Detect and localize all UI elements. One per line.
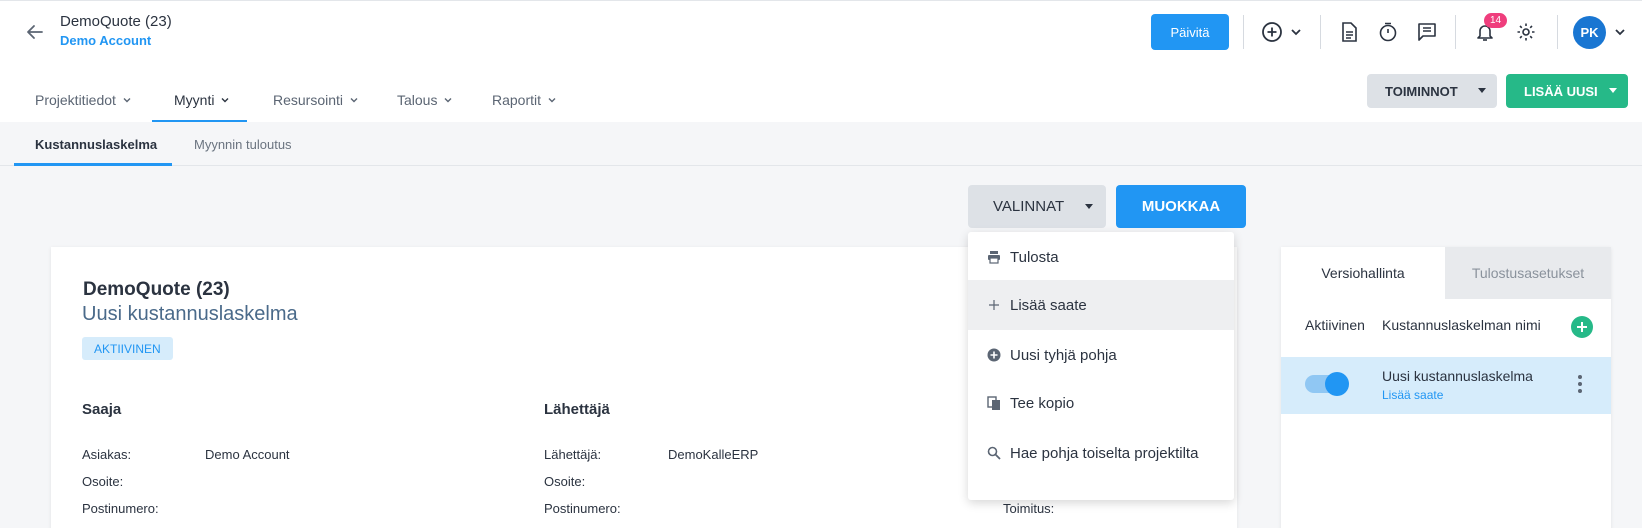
user-avatar[interactable]: PK bbox=[1573, 16, 1606, 49]
version-name: Uusi kustannuslaskelma bbox=[1382, 368, 1533, 384]
notification-badge: 14 bbox=[1484, 13, 1508, 28]
add-cover-letter-link[interactable]: Lisää saate bbox=[1382, 388, 1443, 402]
main-navigation: Projektitiedot Myynti Resursointi Talous… bbox=[0, 62, 1642, 123]
caret-down-icon bbox=[1085, 204, 1093, 209]
chevron-down-icon[interactable] bbox=[1284, 20, 1308, 44]
chevron-down-icon bbox=[444, 98, 452, 103]
tab-label: Myynti bbox=[174, 92, 215, 108]
copy-icon bbox=[986, 395, 1002, 411]
tab-versiohallinta[interactable]: Versiohallinta bbox=[1281, 247, 1445, 299]
more-vert-icon[interactable] bbox=[1577, 375, 1583, 397]
back-arrow-icon[interactable] bbox=[24, 21, 46, 43]
add-circle-icon[interactable] bbox=[1260, 20, 1284, 44]
actions-label: TOIMINNOT bbox=[1385, 83, 1458, 99]
document-subtitle: Uusi kustannuslaskelma bbox=[82, 303, 298, 325]
active-subtab-indicator bbox=[14, 163, 172, 166]
caret-down-icon bbox=[1609, 88, 1617, 93]
sender-postcode-label: Postinumero: bbox=[544, 501, 621, 516]
menu-item-add-cover-letter[interactable]: Lisää saate bbox=[968, 280, 1234, 330]
menu-item-print[interactable]: Tulosta bbox=[968, 232, 1234, 282]
actions-dropdown-button[interactable]: TOIMINNOT bbox=[1367, 74, 1497, 108]
tab-myynti[interactable]: Myynti bbox=[174, 92, 230, 108]
app-header: DemoQuote (23) Demo Account Päivitä 14 P… bbox=[0, 0, 1642, 62]
header-divider bbox=[1320, 15, 1321, 49]
plus-icon bbox=[1577, 322, 1587, 332]
menu-item-label: Tee kopio bbox=[1010, 394, 1075, 412]
subtab-kustannuslaskelma[interactable]: Kustannuslaskelma bbox=[35, 137, 157, 152]
update-button[interactable]: Päivitä bbox=[1151, 14, 1229, 50]
delivery-label: Toimitus: bbox=[1003, 501, 1055, 516]
tab-label: Talous bbox=[397, 92, 438, 108]
column-name: Kustannuslaskelman nimi bbox=[1382, 317, 1541, 333]
customer-label: Asiakas: bbox=[82, 447, 132, 462]
chat-icon[interactable] bbox=[1415, 20, 1439, 44]
add-new-button[interactable]: LISÄÄ UUSI bbox=[1506, 74, 1628, 108]
chevron-down-icon bbox=[221, 98, 229, 103]
chevron-down-icon bbox=[123, 98, 131, 103]
chevron-down-icon[interactable] bbox=[1613, 25, 1627, 44]
chevron-down-icon bbox=[548, 98, 556, 103]
add-circle-icon bbox=[986, 347, 1002, 363]
menu-item-label: Hae pohja toiselta projektilta bbox=[1010, 444, 1199, 462]
customer-value: Demo Account bbox=[205, 447, 290, 462]
options-dropdown-button[interactable]: VALINNAT bbox=[968, 185, 1106, 228]
header-divider bbox=[1243, 15, 1244, 49]
edit-button[interactable]: MUOKKAA bbox=[1116, 185, 1246, 228]
tab-label: Raportit bbox=[492, 92, 542, 108]
sender-value: DemoKalleERP bbox=[668, 447, 759, 462]
tab-talous[interactable]: Talous bbox=[397, 92, 453, 108]
sub-navigation: Kustannuslaskelma Myynnin tuloutus bbox=[0, 122, 1642, 166]
menu-item-make-copy[interactable]: Tee kopio bbox=[968, 378, 1234, 428]
subtab-myynnin-tuloutus[interactable]: Myynnin tuloutus bbox=[194, 137, 292, 152]
tab-projektitiedot[interactable]: Projektitiedot bbox=[35, 92, 132, 108]
recipient-heading: Saaja bbox=[82, 401, 122, 418]
menu-item-label: Tulosta bbox=[1010, 248, 1059, 266]
recipient-postcode-label: Postinumero: bbox=[82, 501, 159, 516]
tab-resursointi[interactable]: Resursointi bbox=[273, 92, 359, 108]
chevron-down-icon bbox=[350, 98, 358, 103]
sender-heading: Lähettäjä bbox=[544, 401, 610, 418]
sender-address-label: Osoite: bbox=[544, 474, 586, 489]
recipient-address-label: Osoite: bbox=[82, 474, 124, 489]
plus-icon bbox=[986, 297, 1002, 313]
print-icon bbox=[986, 249, 1002, 265]
menu-item-label: Uusi tyhjä pohja bbox=[1010, 346, 1117, 364]
gear-icon[interactable] bbox=[1514, 20, 1538, 44]
document-icon[interactable] bbox=[1337, 20, 1361, 44]
status-badge: AKTIIVINEN bbox=[82, 337, 173, 360]
search-icon bbox=[986, 445, 1002, 461]
version-row[interactable]: Uusi kustannuslaskelma Lisää saate bbox=[1281, 357, 1611, 414]
document-title: DemoQuote (23) bbox=[83, 279, 230, 300]
active-toggle[interactable] bbox=[1305, 372, 1349, 396]
tab-tulostusasetukset[interactable]: Tulostusasetukset bbox=[1445, 247, 1611, 299]
menu-item-label: Lisää saate bbox=[1010, 296, 1087, 314]
header-divider bbox=[1557, 15, 1558, 49]
add-new-label: LISÄÄ UUSI bbox=[1524, 83, 1598, 99]
options-label: VALINNAT bbox=[993, 198, 1065, 215]
tab-label: Resursointi bbox=[273, 92, 344, 108]
tab-raportit[interactable]: Raportit bbox=[492, 92, 557, 108]
menu-item-fetch-template[interactable]: Hae pohja toiselta projektilta bbox=[968, 428, 1234, 478]
options-menu: Tulosta Lisää saate Uusi tyhjä pohja Tee… bbox=[968, 232, 1234, 500]
project-title: DemoQuote (23) bbox=[60, 13, 172, 30]
caret-down-icon bbox=[1478, 88, 1486, 93]
tab-label: Projektitiedot bbox=[35, 92, 116, 108]
sender-label: Lähettäjä: bbox=[544, 447, 602, 462]
column-active: Aktiivinen bbox=[1305, 317, 1365, 333]
version-panel: Versiohallinta Tulostusasetukset Aktiivi… bbox=[1281, 247, 1611, 528]
toggle-knob bbox=[1325, 372, 1349, 396]
timer-icon[interactable] bbox=[1376, 20, 1400, 44]
add-version-button[interactable] bbox=[1571, 316, 1593, 338]
header-divider bbox=[1455, 15, 1456, 49]
menu-item-new-blank-template[interactable]: Uusi tyhjä pohja bbox=[968, 330, 1234, 380]
account-link[interactable]: Demo Account bbox=[60, 33, 151, 48]
